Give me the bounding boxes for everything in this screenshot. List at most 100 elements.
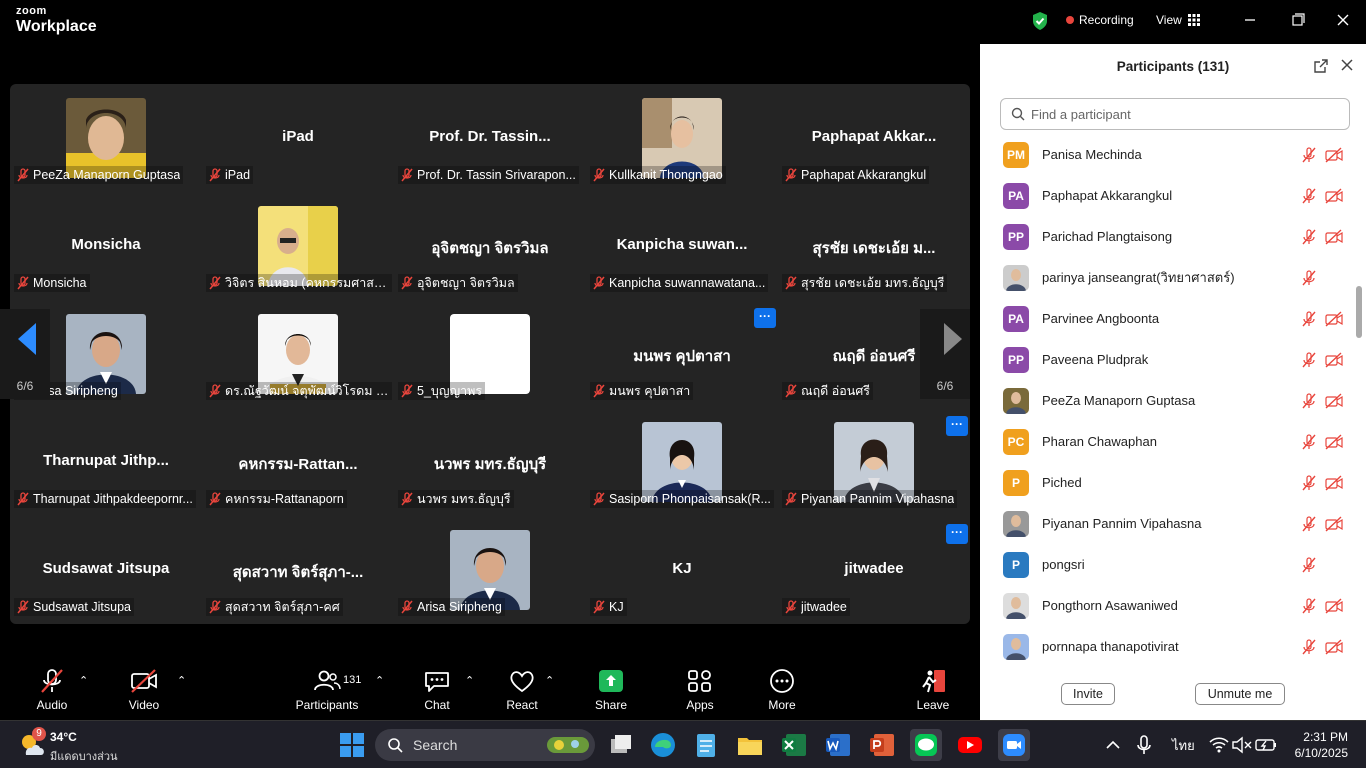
tile-more-options-icon[interactable]: ··· bbox=[946, 416, 968, 436]
video-button[interactable]: Video bbox=[109, 668, 179, 712]
video-tile[interactable]: jitwadee jitwadee bbox=[778, 516, 970, 624]
recording-indicator[interactable]: Recording bbox=[1066, 13, 1134, 27]
windows-start-icon[interactable] bbox=[336, 729, 368, 761]
taskbar-search[interactable]: Search bbox=[375, 729, 595, 761]
previous-page-button[interactable]: 6/6 bbox=[0, 309, 50, 399]
video-tile[interactable]: KJ KJ bbox=[586, 516, 778, 624]
mic-muted-icon[interactable] bbox=[1301, 556, 1317, 573]
show-hidden-icons-icon[interactable] bbox=[1097, 729, 1129, 761]
video-tile[interactable]: Kullkanit Thongngao bbox=[586, 84, 778, 192]
video-tile[interactable]: วิจิตร สินหอม (คหกรรมศาสตร์) bbox=[202, 192, 394, 300]
video-tile[interactable]: Monsicha Monsicha bbox=[10, 192, 202, 300]
minimize-icon[interactable] bbox=[1238, 10, 1262, 30]
participant-list-scrollbar[interactable] bbox=[1356, 286, 1362, 338]
mic-muted-icon[interactable] bbox=[1301, 392, 1317, 409]
video-tile[interactable]: นวพร มทร.ธัญบุรี นวพร มทร.ธัญบุรี bbox=[394, 408, 586, 516]
mic-muted-icon[interactable] bbox=[1301, 597, 1317, 614]
mic-muted-icon[interactable] bbox=[1301, 474, 1317, 491]
line-app-icon[interactable] bbox=[910, 729, 942, 761]
video-off-icon[interactable] bbox=[1325, 310, 1343, 327]
task-view-icon[interactable] bbox=[605, 729, 637, 761]
video-tile[interactable]: Sudsawat Jitsupa Sudsawat Jitsupa bbox=[10, 516, 202, 624]
video-tile[interactable]: อุจิตชญา จิตรวิมล อุจิตชญา จิตรวิมล bbox=[394, 192, 586, 300]
video-tile[interactable]: มนพร คุปตาสา มนพร คุปตาสา bbox=[586, 300, 778, 408]
tile-more-options-icon[interactable]: ··· bbox=[754, 308, 776, 328]
video-off-icon[interactable] bbox=[1325, 515, 1343, 532]
invite-button[interactable]: Invite bbox=[1061, 683, 1115, 705]
video-off-icon[interactable] bbox=[1325, 187, 1343, 204]
video-off-icon[interactable] bbox=[1325, 351, 1343, 368]
video-tile[interactable]: Paphapat Akkar... Paphapat Akkarangkul bbox=[778, 84, 970, 192]
video-off-icon[interactable] bbox=[1325, 392, 1343, 409]
tile-more-options-icon[interactable]: ··· bbox=[946, 524, 968, 544]
close-window-icon[interactable] bbox=[1331, 10, 1355, 30]
participant-row[interactable]: PeeZa Manaporn Guptasa bbox=[980, 380, 1350, 421]
participant-row[interactable]: PC Pharan Chawaphan bbox=[980, 421, 1350, 462]
edge-browser-icon[interactable] bbox=[647, 729, 679, 761]
youtube-icon[interactable] bbox=[954, 729, 986, 761]
mic-muted-icon[interactable] bbox=[1301, 146, 1317, 163]
participant-row[interactable]: PP Paveena Pludprak bbox=[980, 339, 1350, 380]
chat-options-caret-icon[interactable]: ⌃ bbox=[465, 674, 474, 687]
apps-button[interactable]: Apps bbox=[665, 668, 735, 712]
video-tile[interactable]: PeeZa Manaporn Guptasa bbox=[10, 84, 202, 192]
participant-row[interactable]: PA Paphapat Akkarangkul bbox=[980, 175, 1350, 216]
mic-muted-icon[interactable] bbox=[1301, 515, 1317, 532]
video-tile[interactable]: iPad iPad bbox=[202, 84, 394, 192]
participant-row[interactable]: P Piched bbox=[980, 462, 1350, 503]
video-tile[interactable]: คหกรรม-Rattan... คหกรรม-Rattanaporn bbox=[202, 408, 394, 516]
mic-muted-icon[interactable] bbox=[1301, 187, 1317, 204]
video-tile[interactable]: Arisa Siripheng bbox=[394, 516, 586, 624]
file-explorer-icon[interactable] bbox=[734, 729, 766, 761]
encryption-shield-icon[interactable] bbox=[1031, 11, 1049, 31]
video-tile[interactable]: ดร.ณัฐวัฒน์ จตุพัฒน์วิโรดม คณ... bbox=[202, 300, 394, 408]
video-tile[interactable]: สุดสวาท จิตร์สุภา-... สุดสวาท จิตร์สุภา-ค… bbox=[202, 516, 394, 624]
video-off-icon[interactable] bbox=[1325, 638, 1343, 655]
mic-muted-icon[interactable] bbox=[1301, 433, 1317, 450]
leave-button[interactable]: Leave bbox=[898, 668, 968, 712]
video-off-icon[interactable] bbox=[1325, 228, 1343, 245]
participant-row[interactable]: parinya janseangrat(วิทยาศาสตร์) bbox=[980, 257, 1350, 298]
video-tile[interactable]: Piyanan Pannim Vipahasna bbox=[778, 408, 970, 516]
audio-options-caret-icon[interactable]: ⌃ bbox=[79, 674, 88, 687]
powerpoint-icon[interactable] bbox=[866, 729, 898, 761]
participants-options-caret-icon[interactable]: ⌃ bbox=[375, 674, 384, 687]
excel-icon[interactable] bbox=[778, 729, 810, 761]
video-off-icon[interactable] bbox=[1325, 433, 1343, 450]
video-tile[interactable]: Prof. Dr. Tassin... Prof. Dr. Tassin Sriv… bbox=[394, 84, 586, 192]
participant-row[interactable]: Pongthorn Asawaniwed bbox=[980, 585, 1350, 626]
participant-list[interactable]: PM Panisa Mechinda PA Paphapat Akkarangkul P… bbox=[980, 134, 1366, 664]
mic-muted-icon[interactable] bbox=[1301, 228, 1317, 245]
pop-out-icon[interactable] bbox=[1313, 58, 1329, 74]
mic-muted-icon[interactable] bbox=[1301, 310, 1317, 327]
maximize-icon[interactable] bbox=[1285, 10, 1309, 30]
participant-row[interactable]: PM Panisa Mechinda bbox=[980, 134, 1350, 175]
video-tile[interactable]: Sasiporn Phonpaisansak(R... bbox=[586, 408, 778, 516]
chat-button[interactable]: Chat bbox=[402, 668, 472, 712]
unmute-me-button[interactable]: Unmute me bbox=[1195, 683, 1285, 705]
video-tile[interactable]: Kanpicha suwan... Kanpicha suwannawatana.… bbox=[586, 192, 778, 300]
mic-muted-icon[interactable] bbox=[1301, 638, 1317, 655]
video-off-icon[interactable] bbox=[1325, 597, 1343, 614]
view-button[interactable]: View bbox=[1156, 13, 1200, 27]
more-button[interactable]: More bbox=[747, 668, 817, 712]
share-button[interactable]: Share bbox=[576, 668, 646, 712]
participant-search-input[interactable]: Find a participant bbox=[1000, 98, 1350, 130]
participant-row[interactable]: Piyanan Pannim Vipahasna bbox=[980, 503, 1350, 544]
video-tile[interactable]: สุรชัย เดชะเอ้ย ม... สุรชัย เดชะเอ้ย มทร.… bbox=[778, 192, 970, 300]
video-options-caret-icon[interactable]: ⌃ bbox=[177, 674, 186, 687]
participant-row[interactable]: PP Parichad Plangtaisong bbox=[980, 216, 1350, 257]
mic-muted-icon[interactable] bbox=[1301, 269, 1317, 286]
word-icon[interactable] bbox=[822, 729, 854, 761]
participant-row[interactable]: PA Parvinee Angboonta bbox=[980, 298, 1350, 339]
participant-row[interactable]: Ppongsri bbox=[980, 544, 1350, 585]
battery-icon[interactable] bbox=[1250, 729, 1282, 761]
mic-muted-icon[interactable] bbox=[1301, 351, 1317, 368]
zoom-app-icon[interactable] bbox=[998, 729, 1030, 761]
input-language[interactable]: ไทย bbox=[1172, 735, 1195, 756]
close-panel-icon[interactable] bbox=[1339, 57, 1355, 73]
audio-button[interactable]: Audio bbox=[17, 668, 87, 712]
system-clock[interactable]: 2:31 PM 6/10/2025 bbox=[1290, 729, 1348, 761]
next-page-button[interactable]: 6/6 bbox=[920, 309, 970, 399]
video-tile[interactable]: 5_บุญญาพร bbox=[394, 300, 586, 408]
